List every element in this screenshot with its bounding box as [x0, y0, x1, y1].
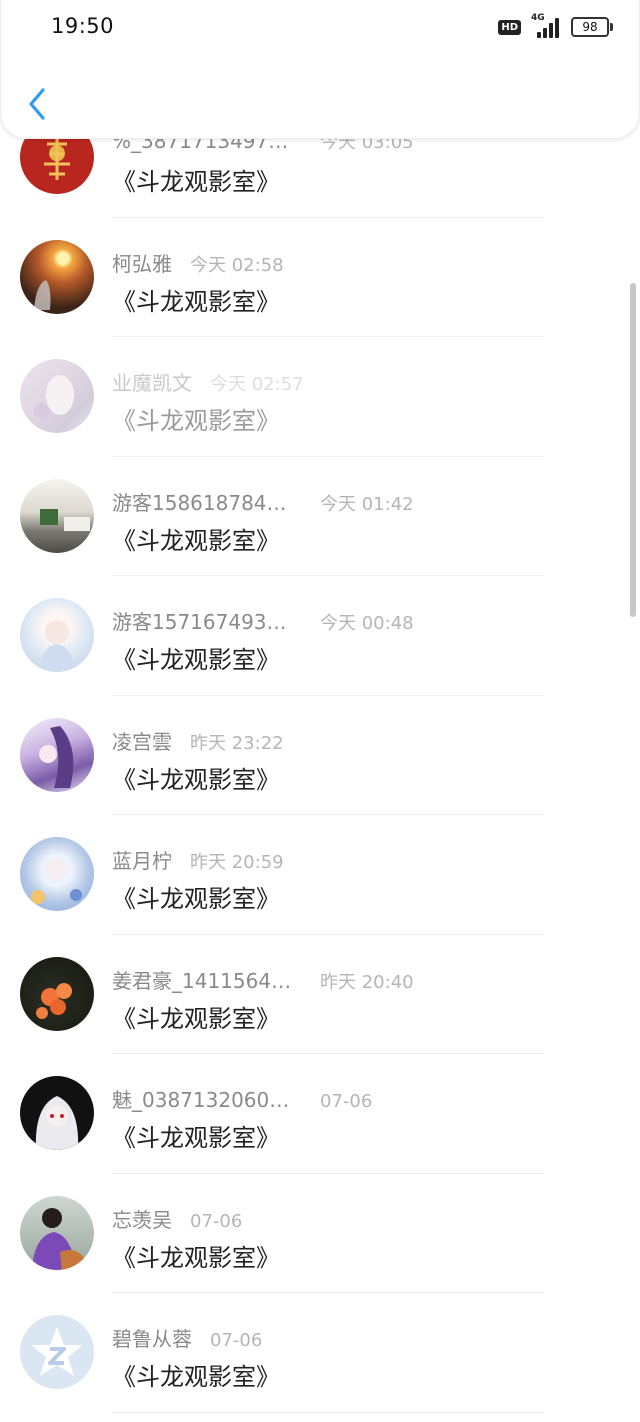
timestamp: 07-06	[210, 1330, 263, 1351]
list-item[interactable]: 忘羡吴 07-06 《斗龙观影室》	[0, 1174, 640, 1293]
message-list: %_38717134973​6... 今天 03:05 《斗龙观影室》 柯弘雅 …	[0, 98, 640, 1413]
message-preview: 《斗龙观影室》	[112, 1363, 280, 1391]
battery-icon: 98	[571, 17, 613, 37]
item-meta: 忘羡吴 07-06	[112, 1204, 242, 1233]
sender-name: 业魔凯文	[112, 371, 192, 395]
chevron-left-icon	[29, 88, 45, 120]
message-preview: 《斗龙观影室》	[112, 407, 280, 435]
message-preview: 《斗龙观影室》	[112, 168, 280, 196]
sender-name: 碧鲁从蓉	[112, 1327, 192, 1351]
avatar[interactable]	[20, 1315, 94, 1389]
message-preview: 《斗龙观影室》	[112, 526, 280, 555]
list-item[interactable]: 凌宫雲 昨天 23:22 《斗龙观影室》	[0, 696, 640, 815]
item-meta: 凌宫雲 昨天 23:22	[112, 726, 284, 755]
avatar[interactable]	[20, 1195, 94, 1270]
sender-name: 凌宫雲	[112, 729, 172, 754]
list-item[interactable]: 游客15716749376... 今天 00:48 《斗龙观影室》	[0, 576, 640, 696]
back-button[interactable]	[19, 82, 55, 126]
avatar[interactable]	[20, 598, 94, 672]
message-preview: 《斗龙观影室》	[112, 1243, 280, 1272]
signal-icon: 4G	[531, 13, 561, 38]
list-item[interactable]: 业魔凯文 今天 02:57 《斗龙观影室》	[0, 337, 640, 457]
status-time: 19:50	[51, 14, 115, 38]
timestamp: 今天 02:58	[190, 254, 284, 276]
avatar[interactable]	[20, 956, 94, 1031]
timestamp: 今天 02:57	[210, 374, 304, 395]
hd-icon: HD	[498, 19, 521, 35]
avatar[interactable]	[20, 717, 94, 792]
list-item[interactable]: 魅_038713206073... 07-06 《斗龙观影室》	[0, 1054, 640, 1174]
sender-name: 蓝月柠	[112, 849, 172, 873]
top-bar: 19:50 HD 4G 98	[0, 0, 640, 139]
sender-name: 姜君豪_14115640...	[112, 968, 298, 993]
item-meta: 柯弘雅 今天 02:58	[112, 248, 284, 277]
sender-name: 忘羡吴	[112, 1207, 172, 1232]
item-meta: 游客15861878419... 今天 01:42	[112, 487, 414, 516]
avatar[interactable]	[20, 478, 94, 553]
item-meta: 业魔凯文 今天 02:57	[112, 367, 304, 396]
list-item[interactable]: 姜君豪_14115640... 昨天 20:40 《斗龙观影室》	[0, 935, 640, 1054]
message-preview: 《斗龙观影室》	[112, 287, 280, 316]
avatar[interactable]	[20, 359, 94, 433]
timestamp: 今天 00:48	[320, 613, 414, 634]
sender-name: 柯弘雅	[112, 251, 172, 276]
avatar[interactable]	[20, 1076, 94, 1150]
timestamp: 今天 01:42	[320, 493, 414, 515]
message-preview: 《斗龙观影室》	[112, 1004, 280, 1033]
item-meta: 姜君豪_14115640... 昨天 20:40	[112, 965, 414, 994]
list-item[interactable]: 游客15861878419... 今天 01:42 《斗龙观影室》	[0, 457, 640, 576]
scrollbar[interactable]	[630, 283, 636, 617]
item-meta: 碧鲁从蓉 07-06	[112, 1323, 262, 1352]
item-meta: 游客15716749376... 今天 00:48	[112, 606, 414, 635]
message-preview: 《斗龙观影室》	[112, 765, 280, 794]
message-preview: 《斗龙观影室》	[112, 1124, 280, 1152]
avatar[interactable]	[20, 837, 94, 911]
message-preview: 《斗龙观影室》	[112, 885, 280, 913]
timestamp: 昨天 20:40	[320, 971, 414, 993]
status-icons: HD 4G 98	[498, 13, 613, 38]
star-icon	[31, 1327, 83, 1376]
list-item[interactable]: 蓝月柠 昨天 20:59 《斗龙观影室》	[0, 815, 640, 935]
network-type: 4G	[531, 13, 545, 23]
list-item[interactable]: 碧鲁从蓉 07-06 《斗龙观影室》	[0, 1293, 640, 1413]
timestamp: 07-06	[190, 1210, 243, 1232]
sender-name: 游客15861878419...	[112, 490, 298, 515]
timestamp: 昨天 20:59	[190, 852, 284, 873]
sender-name: 游客15716749376...	[112, 610, 298, 634]
divider	[112, 1411, 544, 1413]
item-meta: 魅_038713206073... 07-06	[112, 1084, 372, 1113]
timestamp: 昨天 23:22	[190, 732, 284, 754]
timestamp: 07-06	[320, 1091, 373, 1112]
sender-name: 魅_038713206073...	[112, 1088, 298, 1112]
message-preview: 《斗龙观影室》	[112, 646, 280, 674]
item-meta: 蓝月柠 昨天 20:59	[112, 845, 284, 874]
list-item[interactable]: 柯弘雅 今天 02:58 《斗龙观影室》	[0, 218, 640, 337]
avatar[interactable]	[20, 239, 94, 314]
